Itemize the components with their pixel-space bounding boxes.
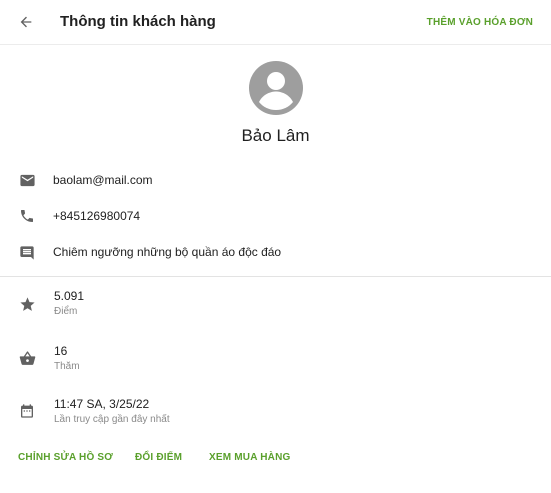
phone-row[interactable]: +845126980074 [0,206,551,234]
phone-value: +845126980074 [53,209,141,223]
action-bar: CHỈNH SỬA HỒ SƠ ĐỔI ĐIỂM XEM MUA HÀNG [0,451,551,467]
last-visit-stat: 11:47 SA, 3/25/22 Lần truy cập gần đây n… [0,397,551,431]
points-value: 5.091 [54,289,85,303]
last-visit-caption: Lần truy cập gần đây nhất [54,414,170,425]
calendar-icon [17,401,37,421]
basket-icon [17,348,37,368]
account-circle-icon [249,61,303,115]
avatar [249,61,303,115]
customer-name: Bảo Lâm [241,126,310,145]
email-icon [17,170,37,190]
last-visit-value: 11:47 SA, 3/25/22 [54,397,150,411]
arrow-back-icon [20,16,32,28]
edit-profile-button[interactable]: CHỈNH SỬA HỒ SƠ [18,451,113,465]
visits-caption: Thăm [54,361,80,372]
page-title: Thông tin khách hàng [60,13,216,30]
note-value: Chiêm ngưỡng những bộ quần áo độc đáo [53,245,282,259]
add-to-invoice-button[interactable]: THÊM VÀO HÓA ĐƠN [427,16,533,30]
redeem-points-button[interactable]: ĐỔI ĐIỂM [135,451,182,465]
email-row[interactable]: baolam@mail.com [0,170,551,198]
back-button[interactable] [14,10,38,34]
view-purchases-button[interactable]: XEM MUA HÀNG [209,451,290,465]
comment-icon [17,243,37,263]
email-value: baolam@mail.com [53,173,153,187]
visits-value: 16 [54,344,68,358]
top-app-bar: Thông tin khách hàng THÊM VÀO HÓA ĐƠN [0,0,551,45]
points-stat: 5.091 Điểm [0,289,551,323]
note-row[interactable]: Chiêm ngưỡng những bộ quần áo độc đáo [0,242,551,270]
points-caption: Điểm [54,306,78,317]
phone-icon [17,206,37,226]
divider [0,276,551,277]
customer-info-screen: Thông tin khách hàng THÊM VÀO HÓA ĐƠN Bả… [0,0,551,493]
visits-stat: 16 Thăm [0,344,551,378]
star-icon [17,294,37,314]
